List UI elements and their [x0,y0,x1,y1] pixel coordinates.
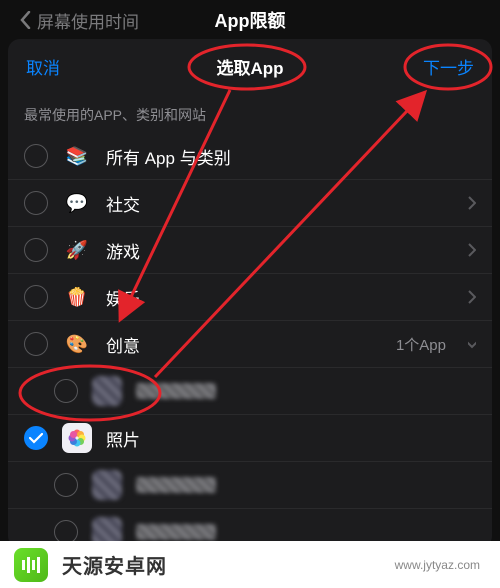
row-social[interactable]: 💬 社交 [8,180,492,227]
row-photos[interactable]: 照片 [8,415,492,462]
photos-icon [62,423,92,453]
chevron-right-icon [468,243,476,257]
row-creativity[interactable]: 🎨 创意 1个App [8,321,492,368]
watermark-icon [14,548,48,582]
chevron-left-icon [20,11,31,29]
chevron-right-icon [468,290,476,304]
chevron-down-icon [468,337,476,351]
app-label-blurred [136,477,216,493]
row-label: 创意 [106,332,382,357]
app-icon-blurred [92,376,122,406]
back-label: 屏幕使用时间 [37,8,139,33]
cancel-button[interactable]: 取消 [26,54,60,79]
row-app-blurred[interactable] [8,462,492,509]
watermark-text: 天源安卓网 [62,550,167,579]
row-all-apps[interactable]: 📚 所有 App 与类别 [8,133,492,180]
games-icon: 🚀 [62,235,92,265]
app-label-blurred [136,383,216,399]
chevron-right-icon [468,196,476,210]
section-header: 最常使用的APP、类别和网站 [8,93,492,133]
row-detail: 1个App [396,334,446,355]
row-label: 照片 [106,426,476,451]
app-label-blurred [136,524,216,540]
checkbox[interactable] [24,144,48,168]
modal-sheet: 取消 选取App 下一步 最常使用的APP、类别和网站 📚 所有 App 与类别… [8,39,492,548]
checkbox[interactable] [54,473,78,497]
row-label: 游戏 [106,238,454,263]
watermark: 天源安卓网 www.jytyaz.com [0,541,500,588]
row-label: 所有 App 与类别 [106,144,476,169]
row-app-blurred[interactable] [8,368,492,415]
back-button: 屏幕使用时间 [20,8,139,33]
social-icon: 💬 [62,188,92,218]
checkbox-selected[interactable] [24,426,48,450]
row-label: 社交 [106,191,454,216]
checkbox[interactable] [24,332,48,356]
row-label: 娱乐 [106,285,454,310]
modal-title: 选取App [8,54,492,79]
row-entertainment[interactable]: 🍿 娱乐 [8,274,492,321]
row-games[interactable]: 🚀 游戏 [8,227,492,274]
entertainment-icon: 🍿 [62,282,92,312]
app-icon-blurred [92,470,122,500]
all-apps-icon: 📚 [62,141,92,171]
next-button[interactable]: 下一步 [423,54,474,79]
watermark-url: www.jytyaz.com [395,558,480,572]
checkbox[interactable] [54,379,78,403]
checkbox[interactable] [24,285,48,309]
checkbox[interactable] [24,238,48,262]
modal-header: 取消 选取App 下一步 [8,39,492,93]
creativity-icon: 🎨 [62,329,92,359]
checkbox[interactable] [24,191,48,215]
